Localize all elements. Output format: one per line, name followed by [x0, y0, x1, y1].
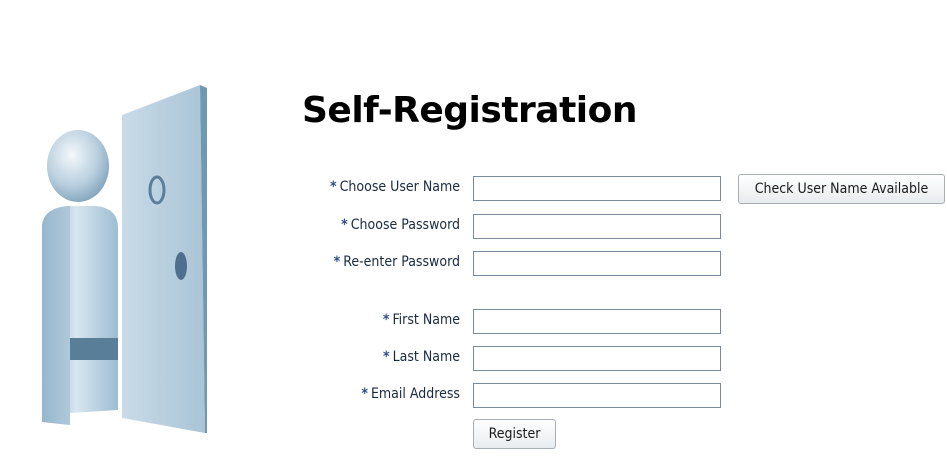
required-marker: *: [333, 254, 341, 270]
first-name-input[interactable]: [473, 309, 721, 334]
check-username-button[interactable]: Check User Name Available: [738, 174, 945, 204]
confirm-password-label: * Re-enter Password: [290, 254, 460, 270]
required-marker: *: [382, 312, 390, 328]
email-label-text: Email Address: [370, 386, 460, 402]
confirm-password-label-text: Re-enter Password: [343, 254, 460, 270]
person-door-illustration: [42, 85, 207, 433]
first-name-label: * First Name: [290, 312, 460, 328]
required-marker: *: [383, 349, 390, 365]
password-label-text: Choose Password: [350, 217, 460, 233]
last-name-label: * Last Name: [290, 349, 460, 365]
page-title: Self-Registration: [302, 90, 638, 131]
required-marker: *: [361, 386, 368, 402]
required-marker: *: [341, 217, 348, 233]
username-label: * Choose User Name: [290, 179, 460, 195]
confirm-password-input[interactable]: [473, 251, 721, 276]
email-label: * Email Address: [290, 386, 460, 402]
last-name-label-text: Last Name: [392, 349, 460, 365]
email-input[interactable]: [473, 383, 721, 408]
required-marker: *: [330, 179, 337, 195]
first-name-label-text: First Name: [392, 312, 460, 328]
password-input[interactable]: [473, 214, 721, 239]
register-button[interactable]: Register: [473, 419, 556, 449]
password-label: * Choose Password: [290, 217, 460, 233]
username-input[interactable]: [473, 176, 721, 201]
username-label-text: Choose User Name: [339, 179, 460, 195]
last-name-input[interactable]: [473, 346, 721, 371]
